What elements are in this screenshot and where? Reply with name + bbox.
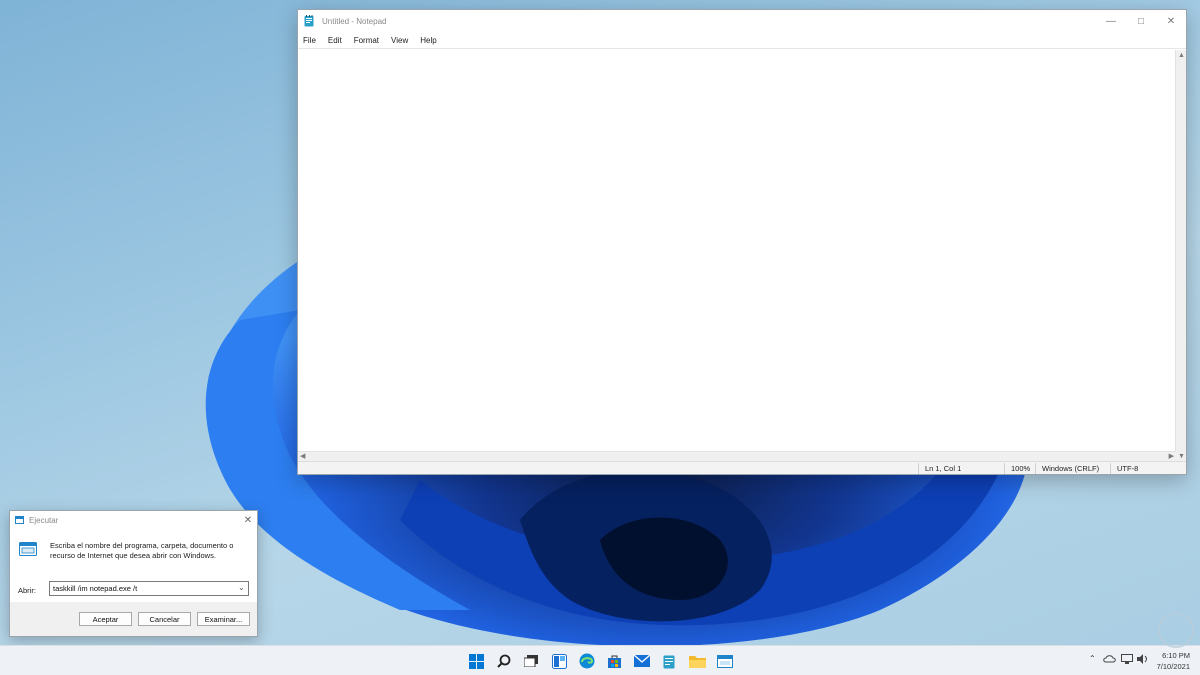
- status-divider: [1110, 463, 1111, 474]
- cancel-button[interactable]: Cancelar: [138, 612, 191, 626]
- edge-glyph: [579, 653, 595, 669]
- text-editor-area[interactable]: [298, 50, 1176, 462]
- run-dialog-title: Ejecutar: [29, 515, 59, 525]
- run-icon: [15, 516, 24, 524]
- volume-icon[interactable]: [1137, 654, 1149, 664]
- task-view-icon[interactable]: [522, 652, 540, 670]
- taskbar: ⌃ 6:10 PM 7/10/2021: [0, 645, 1200, 675]
- status-divider: [1004, 463, 1005, 474]
- clock[interactable]: 6:10 PM 7/10/2021: [1157, 650, 1190, 672]
- ok-button[interactable]: Aceptar: [79, 612, 132, 626]
- scroll-up-icon[interactable]: ▲: [1178, 52, 1185, 59]
- run-titlebar[interactable]: Ejecutar ✕: [10, 511, 257, 529]
- close-icon[interactable]: ✕: [239, 515, 257, 526]
- open-label: Abrir:: [18, 586, 36, 595]
- menu-view[interactable]: View: [391, 36, 408, 45]
- menu-help[interactable]: Help: [420, 36, 436, 45]
- run-dialog-footer: Aceptar Cancelar Examinar...: [10, 602, 257, 636]
- watermark-logo: [1158, 612, 1194, 648]
- store-icon[interactable]: [605, 652, 623, 670]
- search-icon[interactable]: [495, 652, 513, 670]
- zoom-level: 100%: [1011, 464, 1031, 473]
- window-title: Untitled - Notepad: [322, 16, 387, 26]
- run-program-icon: [19, 542, 37, 556]
- run-icon[interactable]: [716, 652, 734, 670]
- run-glyph: [717, 654, 733, 668]
- file-explorer-icon[interactable]: [688, 652, 706, 670]
- onedrive-icon[interactable]: [1103, 654, 1116, 663]
- scroll-left-icon[interactable]: ◀: [300, 452, 305, 460]
- minimize-button[interactable]: —: [1096, 10, 1126, 32]
- maximize-icon: □: [1137, 15, 1145, 27]
- line-ending: Windows (CRLF): [1042, 464, 1100, 473]
- encoding: UTF-8: [1117, 464, 1139, 473]
- folder-glyph: [688, 656, 706, 668]
- scroll-down-icon[interactable]: ▼: [1178, 453, 1185, 460]
- status-divider: [1035, 463, 1036, 474]
- minimize-icon: —: [1106, 15, 1116, 27]
- mail-icon[interactable]: [633, 652, 651, 670]
- time: 6:10 PM: [1162, 651, 1190, 660]
- windows-logo-icon: [468, 653, 484, 669]
- menu-bar: File Edit Format View Help: [298, 32, 1186, 49]
- close-icon: ✕: [1166, 15, 1176, 27]
- run-description: Escriba el nombre del programa, carpeta,…: [50, 541, 234, 560]
- maximize-button[interactable]: □: [1126, 10, 1156, 32]
- widgets-glyph: [551, 653, 567, 669]
- task-view-glyph: [524, 655, 538, 667]
- notepad-titlebar[interactable]: Untitled - Notepad — □ ✕: [298, 10, 1186, 32]
- notepad-glyph: [663, 655, 675, 668]
- chevron-down-icon[interactable]: ⌄: [238, 583, 245, 592]
- notepad-icon[interactable]: [660, 652, 678, 670]
- cursor-position: Ln 1, Col 1: [925, 464, 962, 473]
- menu-file[interactable]: File: [303, 36, 316, 45]
- edge-icon[interactable]: [578, 652, 596, 670]
- vertical-scrollbar[interactable]: ▲ ▼: [1175, 50, 1186, 462]
- close-button[interactable]: ✕: [1156, 10, 1186, 32]
- run-dialog-body: Escriba el nombre del programa, carpeta,…: [10, 529, 257, 604]
- menu-edit[interactable]: Edit: [328, 36, 342, 45]
- date: 7/10/2021: [1156, 662, 1190, 671]
- chevron-up-icon[interactable]: ⌃: [1089, 654, 1096, 663]
- network-icon[interactable]: [1121, 654, 1133, 664]
- run-dialog[interactable]: Ejecutar ✕ Escriba el nombre del program…: [9, 510, 258, 637]
- menu-format[interactable]: Format: [354, 36, 379, 45]
- scroll-right-icon[interactable]: ▶: [1169, 452, 1174, 460]
- notepad-window[interactable]: Untitled - Notepad — □ ✕ File Edit Forma…: [297, 9, 1187, 475]
- status-divider: [918, 463, 919, 474]
- widgets-icon[interactable]: [550, 652, 568, 670]
- mail-glyph: [634, 655, 650, 667]
- magnifier-icon: [496, 654, 510, 668]
- horizontal-scrollbar[interactable]: ◀ ▶: [298, 451, 1176, 461]
- notepad-icon: [304, 15, 314, 27]
- open-input[interactable]: [49, 581, 249, 596]
- browse-button[interactable]: Examinar...: [197, 612, 250, 626]
- status-bar: Ln 1, Col 1 100% Windows (CRLF) UTF-8: [298, 461, 1186, 474]
- store-glyph: [607, 655, 621, 668]
- windows-start-icon[interactable]: [467, 652, 485, 670]
